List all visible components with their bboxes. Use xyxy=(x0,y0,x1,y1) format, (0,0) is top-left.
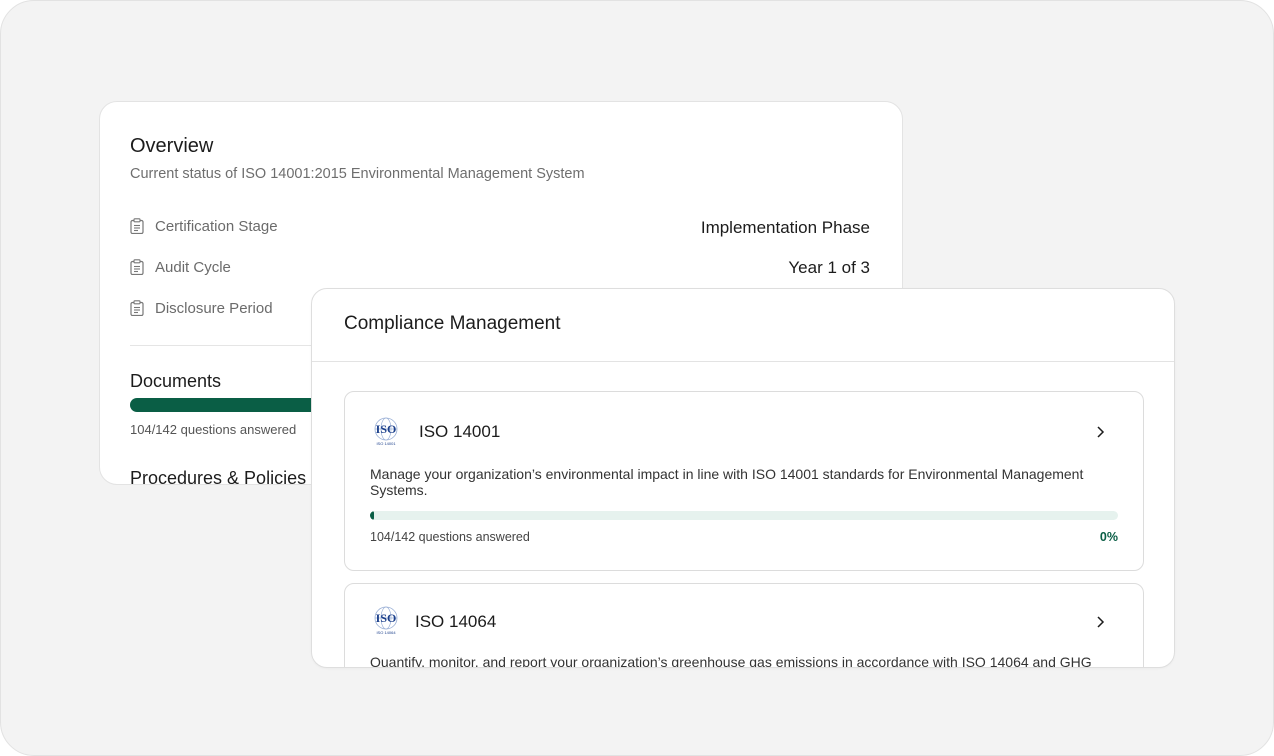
svg-text:ISO: ISO xyxy=(376,422,397,436)
overview-row-audit-cycle: Audit Cycle xyxy=(130,256,231,278)
chevron-right-icon[interactable] xyxy=(1095,425,1105,439)
standard-description: Quantify, monitor, and report your organ… xyxy=(370,654,1092,668)
app-frame: Overview Current status of ISO 14001:201… xyxy=(0,0,1274,756)
iso-logo-icon: ISO ISO 14064 xyxy=(374,606,398,635)
overview-row-certification-stage: Certification Stage xyxy=(130,215,278,237)
documents-count: 104/142 questions answered xyxy=(130,422,297,437)
standard-card-iso-14001[interactable]: ISO ISO 14001 ISO 14001 Manage your orga… xyxy=(344,391,1144,571)
overview-row-label: Disclosure Period xyxy=(155,299,273,317)
documents-title: Documents xyxy=(130,371,222,391)
standard-progress-percent: 0% xyxy=(1099,530,1118,544)
standard-name: ISO 14001 xyxy=(419,422,501,441)
clipboard-icon xyxy=(130,218,144,234)
standard-name: ISO 14064 xyxy=(415,612,497,631)
overview-subtitle: Current status of ISO 14001:2015 Environ… xyxy=(130,166,585,182)
standard-questions-count: 104/142 questions answered xyxy=(370,530,530,544)
overview-row-label: Audit Cycle xyxy=(155,258,231,276)
compliance-management-card: Compliance Management ISO ISO 14001 ISO … xyxy=(311,288,1175,668)
standard-card-iso-14064[interactable]: ISO ISO 14064 ISO 14064 Quantify, monito… xyxy=(344,583,1144,668)
clipboard-icon xyxy=(130,259,144,275)
compliance-title: Compliance Management xyxy=(344,313,561,334)
audit-cycle-value: Year 1 of 3 xyxy=(788,258,870,277)
certification-stage-value: Implementation Phase xyxy=(700,218,870,237)
svg-text:ISO 14001: ISO 14001 xyxy=(376,441,396,446)
iso-logo-icon: ISO ISO 14001 xyxy=(374,417,398,446)
svg-text:ISO: ISO xyxy=(376,611,397,625)
clipboard-icon xyxy=(130,300,144,316)
overview-row-disclosure-period: Disclosure Period xyxy=(130,297,273,319)
overview-title: Overview xyxy=(130,135,214,157)
standard-description: Manage your organization’s environmental… xyxy=(370,466,1084,498)
standard-progress-fill xyxy=(370,511,374,520)
svg-text:ISO 14064: ISO 14064 xyxy=(376,630,396,635)
overview-row-label: Certification Stage xyxy=(155,217,278,235)
chevron-right-icon[interactable] xyxy=(1095,615,1105,629)
compliance-header: Compliance Management xyxy=(312,289,1174,362)
standard-progress-track xyxy=(370,511,1118,520)
procedures-policies-title: Procedures & Policies xyxy=(130,468,307,485)
